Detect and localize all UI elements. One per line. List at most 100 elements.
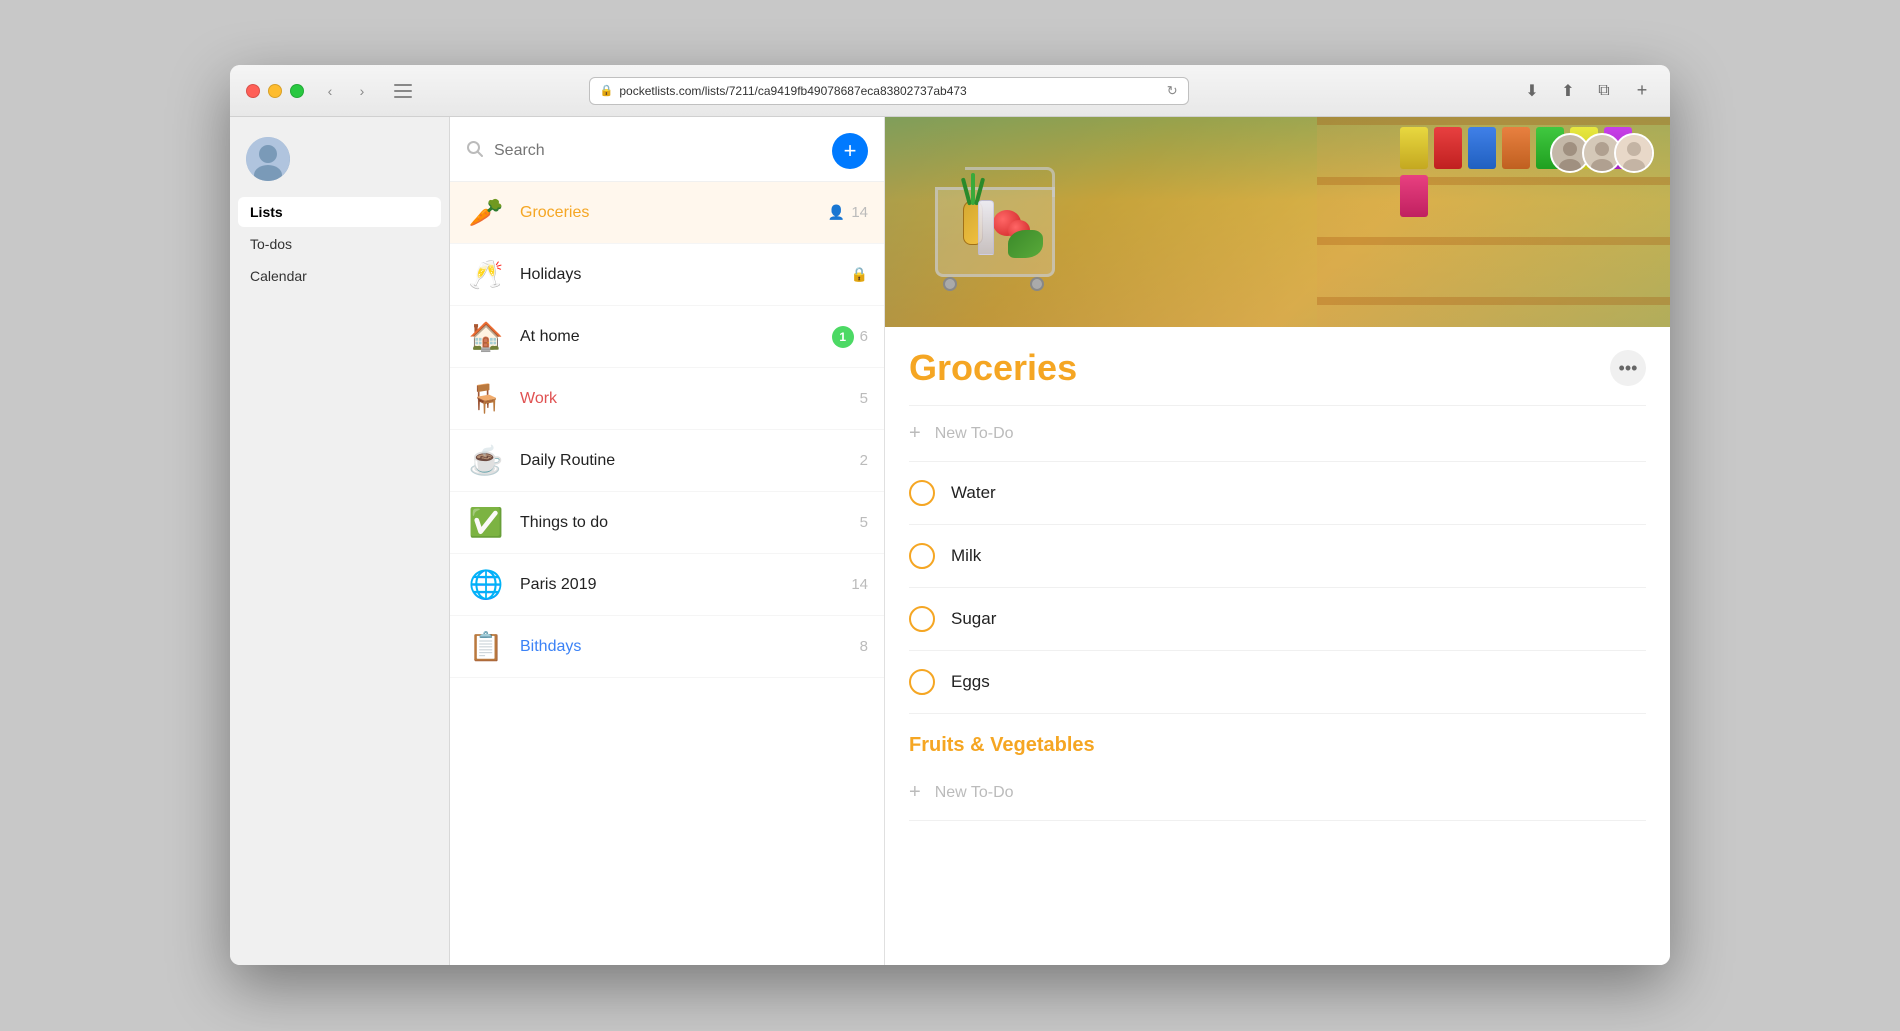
list-item-name: Holidays (520, 266, 837, 284)
item-count: 2 (860, 452, 868, 469)
shelf-box (1400, 127, 1428, 169)
sidebar-profile (230, 117, 449, 197)
add-todo-icon: + (909, 422, 921, 445)
list-item-name: Daily Routine (520, 452, 846, 470)
detail-body: Groceries ••• + New To-Do Water Milk (885, 327, 1670, 965)
sidebar-item-calendar[interactable]: Calendar (238, 261, 441, 291)
shelf-box (1400, 175, 1428, 217)
reload-icon[interactable]: ↻ (1167, 83, 1178, 99)
shared-icon: 👤 (828, 204, 845, 221)
item-count: 14 (851, 576, 868, 593)
list-item-icon: 📋 (466, 630, 506, 663)
browser-titlebar: ‹ › 🔒 pocketlists.com/lists/7211/ca9419f… (230, 65, 1670, 117)
list-item[interactable]: 🌐 Paris 2019 14 (450, 554, 884, 616)
list-item-meta: 14 (851, 576, 868, 593)
sidebar-toggle-button[interactable] (388, 80, 418, 102)
nav-buttons: ‹ › (316, 80, 376, 102)
close-button[interactable] (246, 84, 260, 98)
detail-panel: Groceries ••• + New To-Do Water Milk (885, 117, 1670, 965)
list-item-meta: 1 6 (832, 326, 868, 348)
list-item-meta: 🔒 (851, 266, 868, 283)
list-item-name: Work (520, 390, 846, 408)
add-list-button[interactable]: + (832, 133, 868, 169)
list-item[interactable]: ☕ Daily Routine 2 (450, 430, 884, 492)
item-count: 6 (860, 328, 868, 345)
forward-button[interactable]: › (348, 80, 376, 102)
new-tab-button[interactable]: + (1630, 79, 1654, 103)
todo-checkbox[interactable] (909, 606, 935, 632)
item-count: 5 (860, 514, 868, 531)
hero-avatars (1550, 133, 1654, 173)
lock-icon: 🔒 (851, 266, 868, 283)
shelf-box (1502, 127, 1530, 169)
todo-checkbox[interactable] (909, 669, 935, 695)
todo-checkbox[interactable] (909, 543, 935, 569)
traffic-lights (246, 84, 304, 98)
list-item-name: Paris 2019 (520, 576, 837, 594)
share-button[interactable]: ⬆ (1554, 77, 1582, 105)
list-item-icon: ✅ (466, 506, 506, 539)
list-item-meta: 2 (860, 452, 868, 469)
list-items: 🥕 Groceries 👤 14 🥂 Holidays 🔒 (450, 182, 884, 965)
todo-item: Sugar (909, 588, 1646, 651)
list-item-meta: 5 (860, 514, 868, 531)
cart-wheel (1030, 277, 1044, 291)
list-item-name: Things to do (520, 514, 846, 532)
minimize-button[interactable] (268, 84, 282, 98)
sidebar-item-lists[interactable]: Lists (238, 197, 441, 227)
item-count: 5 (860, 390, 868, 407)
list-search-header: + (450, 117, 884, 182)
list-item-meta: 5 (860, 390, 868, 407)
list-item[interactable]: 🥂 Holidays 🔒 (450, 244, 884, 306)
lettuce-graphic (1008, 230, 1043, 258)
cart-frame (935, 187, 1055, 277)
list-item-name: At home (520, 328, 818, 346)
address-bar[interactable]: 🔒 pocketlists.com/lists/7211/ca9419fb490… (589, 77, 1189, 105)
list-item[interactable]: ✅ Things to do 5 (450, 492, 884, 554)
list-item[interactable]: 🥕 Groceries 👤 14 (450, 182, 884, 244)
item-count: 14 (851, 204, 868, 221)
app-content: Lists To-dos Calendar + 🥕 Groceries (230, 117, 1670, 965)
new-todo-row[interactable]: + New To-Do (909, 406, 1646, 462)
shelf-box (1434, 127, 1462, 169)
todo-item: Milk (909, 525, 1646, 588)
bottle-graphic (978, 200, 994, 255)
list-panel: + 🥕 Groceries 👤 14 🥂 Holidays (450, 117, 885, 965)
more-options-button[interactable]: ••• (1610, 350, 1646, 386)
new-todo-label: New To-Do (935, 425, 1014, 443)
new-todo-row-section[interactable]: + New To-Do (909, 765, 1646, 821)
list-item[interactable]: 🪑 Work 5 (450, 368, 884, 430)
list-item-name: Groceries (520, 204, 814, 222)
avatar[interactable] (246, 137, 290, 181)
shelf-box (1468, 127, 1496, 169)
maximize-button[interactable] (290, 84, 304, 98)
search-icon (466, 140, 484, 163)
todo-item: Water (909, 462, 1646, 525)
detail-title: Groceries (909, 347, 1610, 389)
download-button[interactable]: ⬇ (1518, 77, 1546, 105)
todo-checkbox[interactable] (909, 480, 935, 506)
list-item-icon: 🌐 (466, 568, 506, 601)
todo-item: Eggs (909, 651, 1646, 714)
list-item-name: Bithdays (520, 638, 846, 656)
search-input[interactable] (494, 142, 822, 160)
list-item-meta: 👤 14 (828, 204, 868, 221)
item-count: 8 (860, 638, 868, 655)
url-display: pocketlists.com/lists/7211/ca9419fb49078… (619, 84, 1160, 98)
list-item-icon: 🥕 (466, 196, 506, 229)
list-item-meta: 8 (860, 638, 868, 655)
cart-wheel (943, 277, 957, 291)
todo-text: Water (951, 483, 996, 503)
add-todo-icon: + (909, 781, 921, 804)
detail-title-row: Groceries ••• (909, 327, 1646, 406)
sidebar: Lists To-dos Calendar (230, 117, 450, 965)
back-button[interactable]: ‹ (316, 80, 344, 102)
browser-actions: ⬇ ⬆ ⧉ + (1518, 77, 1654, 105)
list-item[interactable]: 📋 Bithdays 8 (450, 616, 884, 678)
tabs-button[interactable]: ⧉ (1590, 77, 1618, 105)
sidebar-item-todos[interactable]: To-dos (238, 229, 441, 259)
todo-text: Milk (951, 546, 981, 566)
sidebar-nav: Lists To-dos Calendar (230, 197, 449, 291)
list-item-icon: 🪑 (466, 382, 506, 415)
list-item[interactable]: 🏠 At home 1 6 (450, 306, 884, 368)
